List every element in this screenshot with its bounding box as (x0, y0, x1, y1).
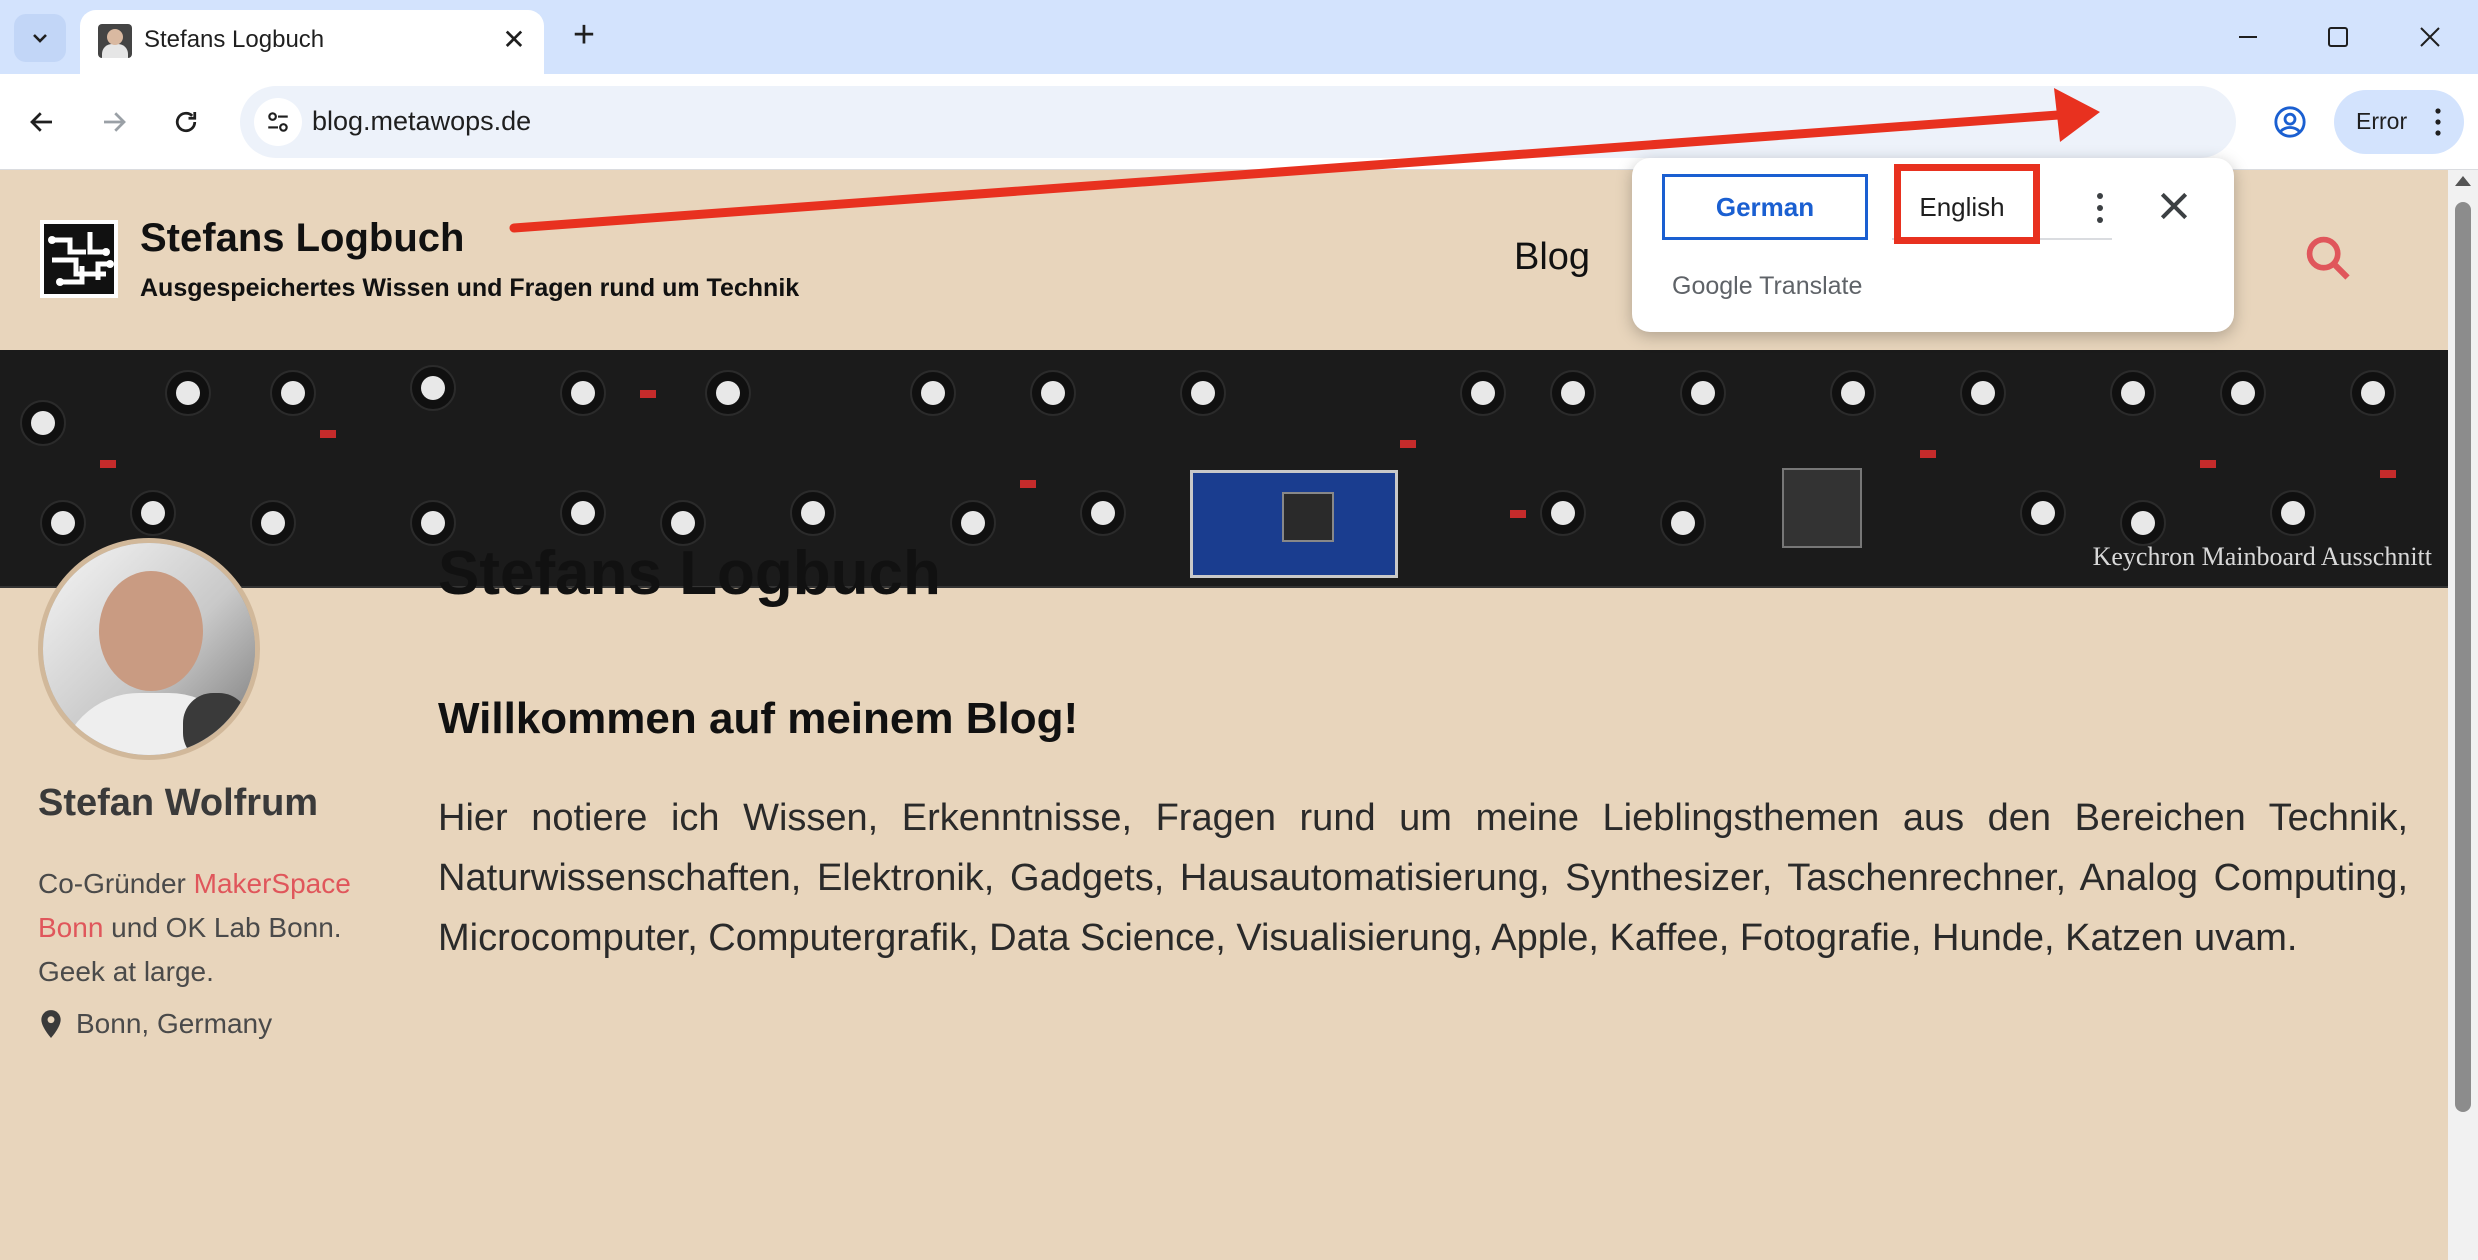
page-scrollbar[interactable] (2448, 170, 2478, 1260)
account-circle-icon (2274, 106, 2306, 138)
scroll-thumb[interactable] (2455, 202, 2471, 1112)
browser-toolbar: blog.metawops.de G文 Error (0, 74, 2478, 170)
tab-close-icon[interactable]: ✕ (498, 24, 530, 56)
address-bar[interactable]: blog.metawops.de G文 (240, 86, 2442, 158)
maximize-button[interactable] (2308, 14, 2368, 60)
url-text[interactable]: blog.metawops.de (312, 106, 531, 137)
minimize-icon (2239, 36, 2257, 38)
reload-button[interactable] (160, 96, 212, 148)
profile-error-chip[interactable]: Error (2334, 90, 2464, 154)
reload-icon (175, 111, 197, 133)
error-label: Error (2356, 108, 2408, 134)
bio-prefix: Co-Gründer (38, 868, 194, 899)
page-title: Stefans Logbuch (438, 539, 941, 608)
close-icon (2420, 27, 2440, 47)
author-bio: Co-Gründer MakerSpace Bonn und OK Lab Bo… (38, 862, 398, 994)
chevron-down-icon (33, 34, 47, 43)
scroll-up-arrow-icon[interactable] (2455, 176, 2471, 186)
web-page: Stefans Logbuch Ausgespeichertes Wissen … (0, 170, 2448, 1260)
forward-button[interactable] (88, 96, 140, 148)
translate-wordmark: Translate (1759, 272, 1863, 300)
location-text: Bonn, Germany (76, 1008, 273, 1039)
more-vert-icon[interactable] (2088, 186, 2112, 230)
site-title[interactable]: Stefans Logbuch (140, 216, 464, 261)
author-name: Stefan Wolfrum (38, 782, 319, 824)
map-pin-icon (41, 1010, 61, 1038)
google-wordmark: Google (1672, 272, 1753, 300)
tune-icon (268, 112, 288, 132)
avatar (38, 538, 260, 760)
welcome-heading: Willkommen auf meinem Blog! (438, 694, 1079, 743)
arrow-left-icon (30, 112, 52, 132)
search-icon[interactable] (2302, 232, 2354, 284)
intro-paragraph: Hier notiere ich Wissen, Erkenntnisse, F… (438, 797, 2408, 959)
profile-button[interactable] (2264, 96, 2316, 148)
main-content: Stefans Logbuch Willkommen auf meinem Bl… (438, 418, 2408, 1090)
window-close-button[interactable] (2400, 14, 2460, 60)
new-tab-button[interactable]: + (564, 16, 604, 56)
author-location: Bonn, Germany (38, 1008, 272, 1040)
author-sidebar: Stefan Wolfrum Co-Gründer MakerSpace Bon… (0, 418, 420, 1090)
site-info-button[interactable] (254, 98, 302, 146)
back-button[interactable] (16, 96, 68, 148)
translate-popup: German English Google Translate (1632, 158, 2234, 332)
circuit-logo-icon[interactable] (40, 220, 118, 298)
annotation-highlight-box (1894, 164, 2040, 244)
tab-strip: Stefans Logbuch ✕ + (0, 0, 2478, 74)
arrow-right-icon (104, 112, 126, 132)
browser-tab-active[interactable]: Stefans Logbuch ✕ (80, 10, 544, 74)
tab-title: Stefans Logbuch (144, 26, 325, 53)
tab-search-button[interactable] (14, 14, 66, 62)
site-tagline: Ausgespeichertes Wissen und Fragen rund … (140, 274, 800, 302)
nav-link-blog[interactable]: Blog (1514, 236, 1590, 279)
close-icon[interactable] (2154, 186, 2194, 226)
minimize-button[interactable] (2218, 14, 2278, 60)
language-german-button[interactable]: German (1662, 174, 1868, 240)
favicon-icon (98, 24, 132, 58)
more-vert-icon[interactable] (2426, 104, 2450, 140)
maximize-icon (2328, 27, 2348, 47)
google-translate-brand: Google Translate (1672, 272, 1862, 301)
